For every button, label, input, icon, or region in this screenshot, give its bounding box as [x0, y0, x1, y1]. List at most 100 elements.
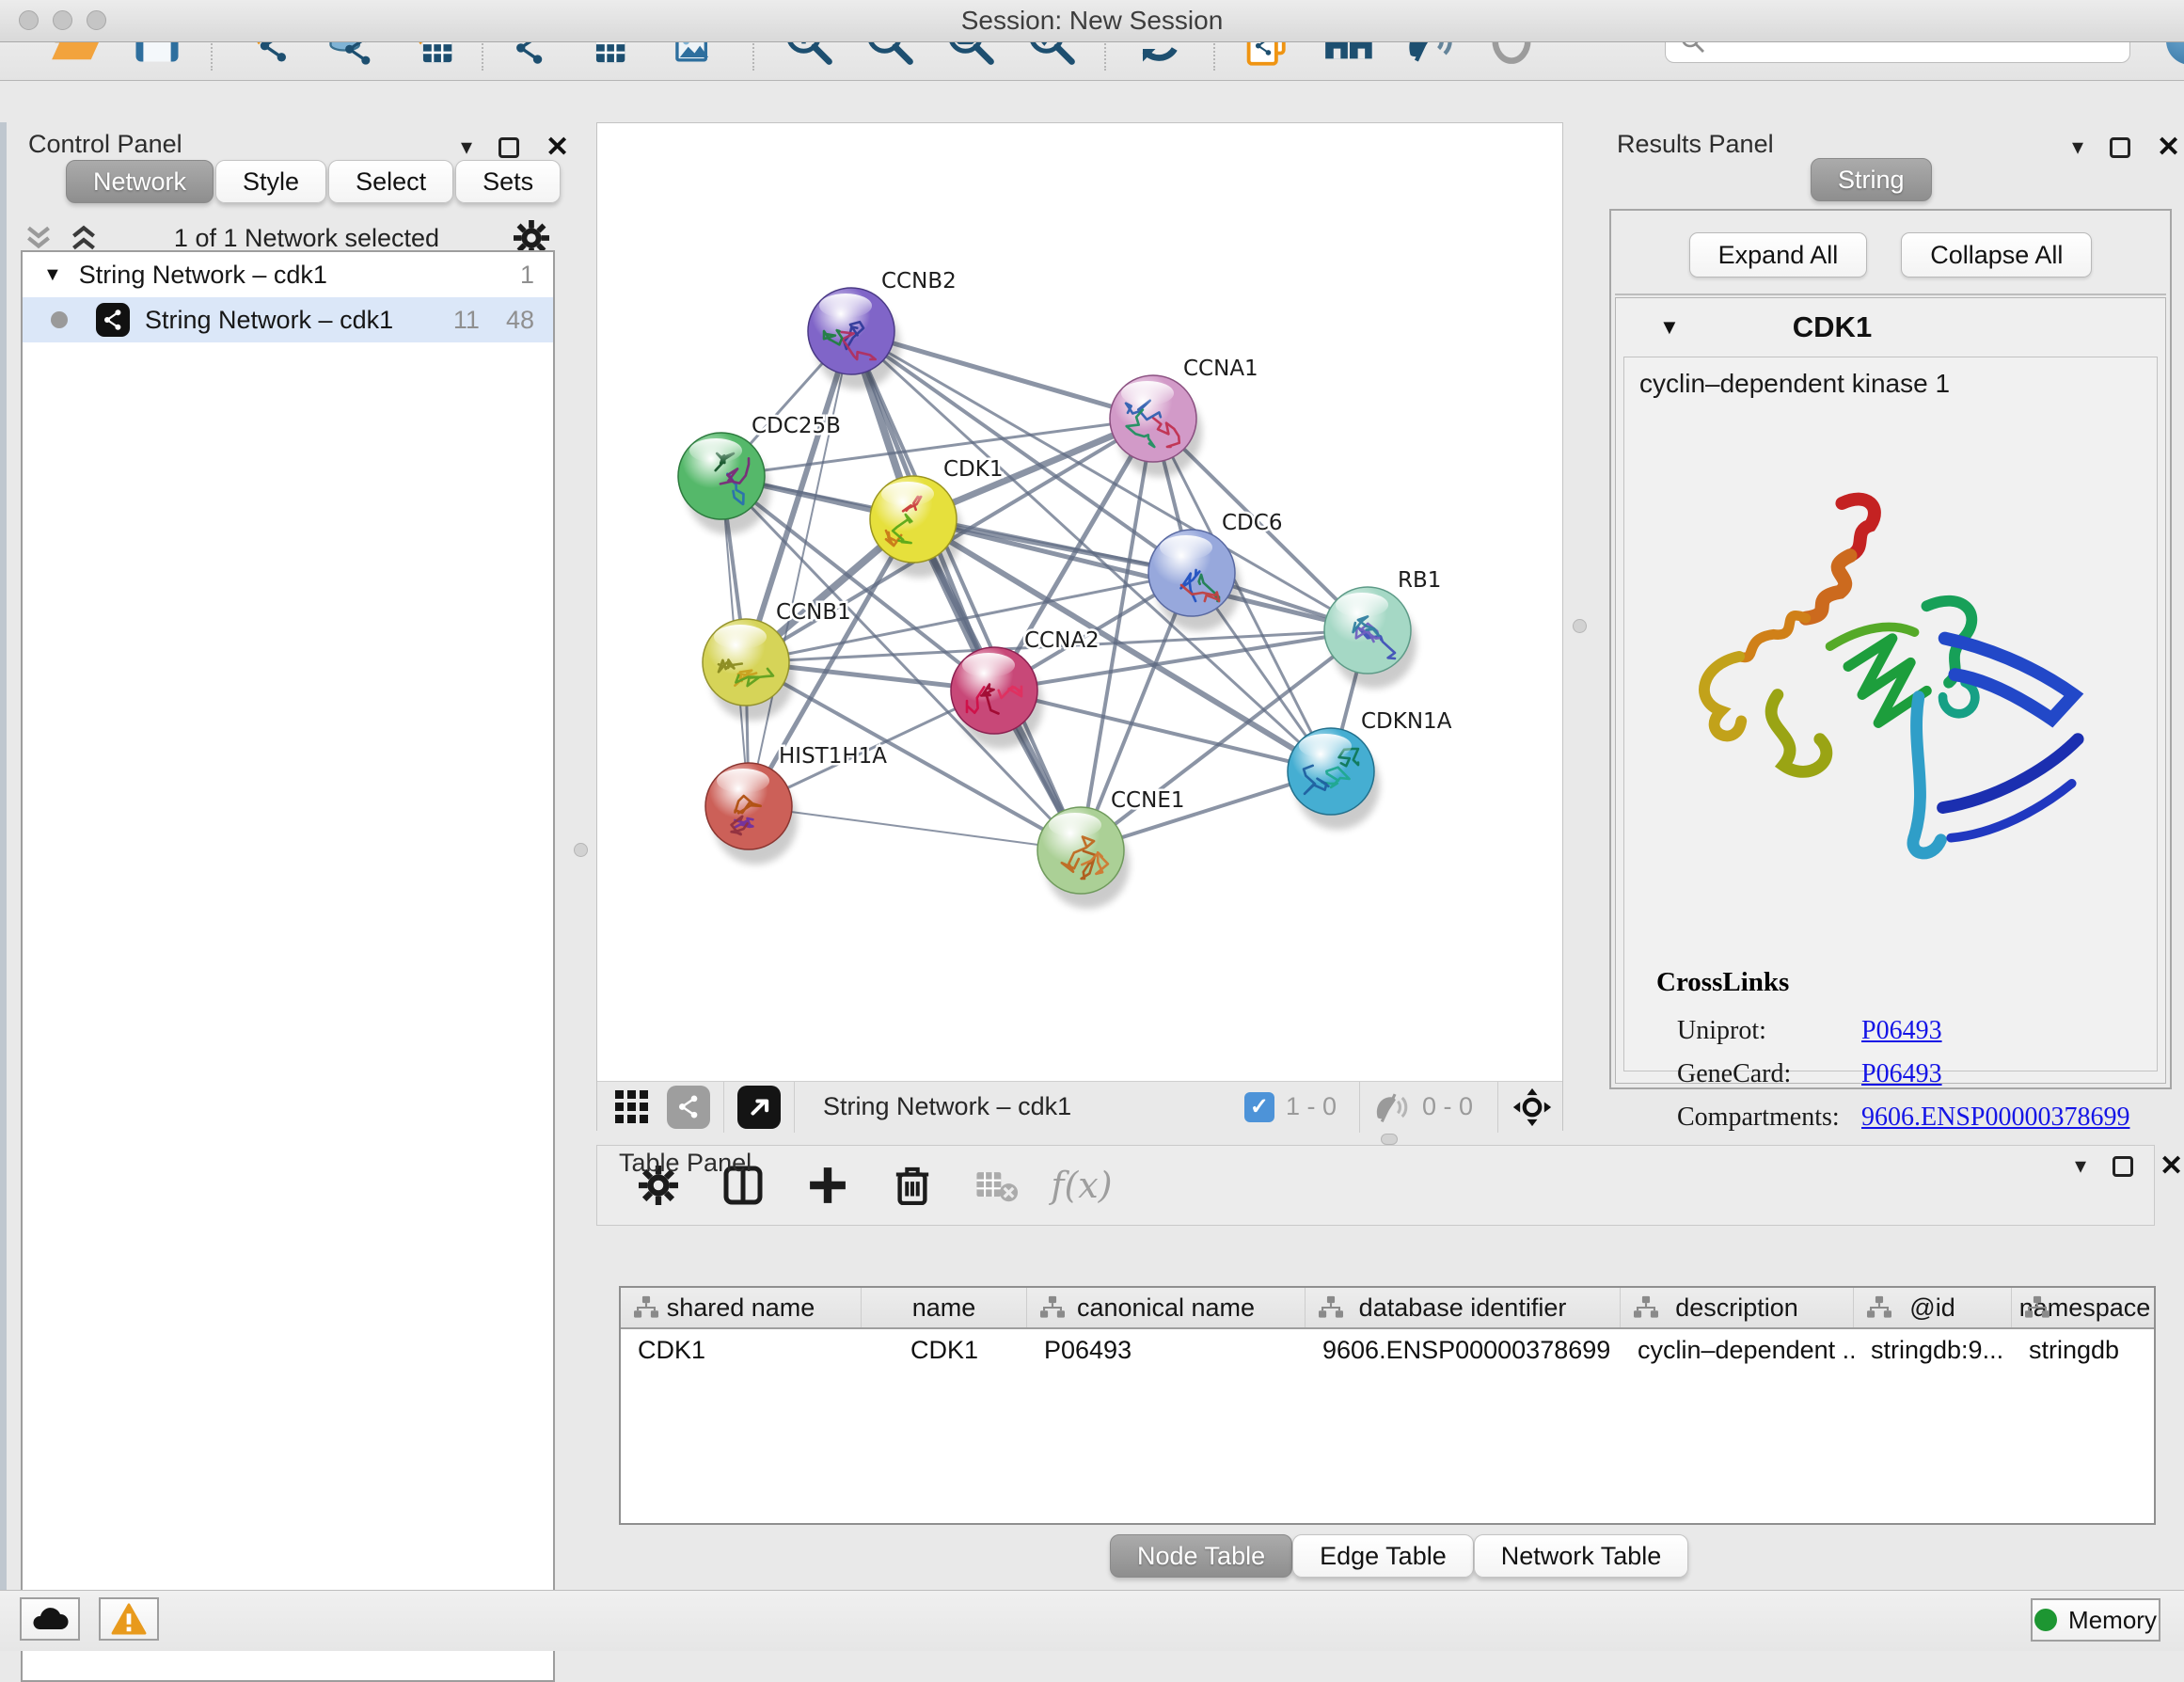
- tab-sets[interactable]: Sets: [455, 160, 561, 203]
- selected-count-checkbox-icon[interactable]: ✓: [1244, 1092, 1274, 1122]
- hidden-count: 0 - 0: [1422, 1092, 1473, 1121]
- memory-button[interactable]: Memory: [2031, 1598, 2160, 1642]
- network-node-cdkn1a[interactable]: CDKN1A: [1288, 709, 1452, 830]
- cell-database-identifier[interactable]: 9606.ENSP00000378699: [1306, 1336, 1621, 1365]
- column-header-namespace[interactable]: namespace: [2012, 1288, 2156, 1327]
- crosslinks-title: CrossLinks: [1656, 967, 1789, 998]
- node-table[interactable]: shared name name canonical name database…: [619, 1286, 2156, 1525]
- svg-text:HIST1H1A: HIST1H1A: [779, 744, 887, 769]
- crosslink-link[interactable]: P06493: [1861, 1059, 1942, 1089]
- node-result-header[interactable]: ▼ CDK1: [1616, 298, 2165, 357]
- collapse-all-button[interactable]: Collapse All: [1901, 232, 2092, 278]
- cell-canonical-name[interactable]: P06493: [1027, 1336, 1306, 1365]
- panel-menu-icon[interactable]: ▾: [2075, 1155, 2086, 1178]
- svg-text:CCNA1: CCNA1: [1183, 357, 1258, 381]
- network-canvas[interactable]: CCNB2CCNA1CDC25BCDK1CDC6RB1CCNB1CCNA2CDK…: [597, 123, 1564, 1079]
- cell-namespace[interactable]: stringdb: [2012, 1336, 2156, 1365]
- cell-name[interactable]: CDK1: [862, 1336, 1027, 1365]
- expand-all-button[interactable]: Expand All: [1689, 232, 1868, 278]
- collapse-all-icon[interactable]: [23, 222, 55, 254]
- cloud-icon: [31, 1605, 69, 1633]
- network-node-rb1[interactable]: RB1: [1324, 568, 1441, 689]
- network-collection-row[interactable]: ▼ String Network – cdk1 1: [23, 252, 553, 297]
- tab-string[interactable]: String: [1811, 158, 1932, 201]
- control-panel-tabs: Network Style Select Sets: [66, 160, 562, 203]
- crosslink-row: Uniprot: P06493: [1677, 1016, 2147, 1046]
- float-panel-icon[interactable]: [2110, 137, 2130, 158]
- column-header-shared-name[interactable]: shared name: [621, 1288, 862, 1327]
- add-column-icon[interactable]: [799, 1156, 857, 1214]
- tab-style[interactable]: Style: [215, 160, 326, 203]
- crosslink-link[interactable]: 9606.ENSP00000378699: [1861, 1103, 2129, 1133]
- svg-text:CCNB2: CCNB2: [881, 269, 957, 294]
- selected-count: 1 - 0: [1286, 1092, 1337, 1121]
- collection-caret-icon[interactable]: ▼: [43, 264, 62, 286]
- network-view[interactable]: CCNB2CCNA1CDC25BCDK1CDC6RB1CCNB1CCNA2CDK…: [596, 122, 1563, 1131]
- tab-select[interactable]: Select: [328, 160, 453, 203]
- network-type-icon: [96, 303, 130, 337]
- cell-id[interactable]: stringdb:9...: [1854, 1336, 2012, 1365]
- network-node-ccnb2[interactable]: CCNB2: [808, 269, 957, 389]
- expand-all-icon[interactable]: [68, 222, 100, 254]
- toolbar-divider: [1497, 1082, 1498, 1133]
- tab-network-table[interactable]: Network Table: [1474, 1534, 1689, 1578]
- network-node-ccnb1[interactable]: CCNB1: [703, 600, 851, 721]
- horizontal-splitter-grip[interactable]: [1381, 1134, 1398, 1145]
- network-share-view-icon[interactable]: [667, 1086, 710, 1129]
- close-panel-icon[interactable]: ✕: [2160, 1152, 2183, 1181]
- column-tree-icon: [1632, 1295, 1660, 1320]
- network-node-cdc6[interactable]: CDC6: [1148, 511, 1282, 631]
- column-tree-icon: [1865, 1295, 1893, 1320]
- float-panel-icon[interactable]: [2113, 1156, 2133, 1177]
- vertical-splitter-grip[interactable]: [1573, 619, 1587, 633]
- tab-edge-table[interactable]: Edge Table: [1292, 1534, 1474, 1578]
- network-node-hist1h1a[interactable]: HIST1H1A: [705, 744, 887, 865]
- crosslink-label: Uniprot:: [1677, 1016, 1861, 1046]
- network-node-cdc25b[interactable]: CDC25B: [678, 414, 841, 534]
- tab-node-table[interactable]: Node Table: [1110, 1534, 1292, 1578]
- section-caret-icon[interactable]: ▼: [1659, 315, 1680, 340]
- crosslink-row: Compartments: 9606.ENSP00000378699: [1677, 1103, 2147, 1133]
- table-toolbar: f(x): [596, 1145, 2155, 1226]
- column-header-canonical-name[interactable]: canonical name: [1027, 1288, 1306, 1327]
- panel-menu-icon[interactable]: ▾: [2072, 136, 2083, 159]
- table-header-row: shared name name canonical name database…: [621, 1288, 2154, 1329]
- close-panel-icon[interactable]: ✕: [546, 134, 569, 162]
- vertical-splitter-grip[interactable]: [574, 843, 588, 857]
- pan-crosshair-icon[interactable]: [1511, 1087, 1553, 1128]
- column-tree-icon: [632, 1295, 660, 1320]
- cell-description[interactable]: cyclin–dependent ...: [1621, 1336, 1854, 1365]
- memory-status-icon: [2034, 1609, 2057, 1631]
- column-header-id[interactable]: @id: [1854, 1288, 2012, 1327]
- status-bar: Memory: [0, 1590, 2184, 1651]
- column-tree-icon: [1038, 1295, 1067, 1320]
- network-status-dot-icon: [51, 311, 68, 328]
- window-left-edge: [0, 122, 7, 1590]
- panel-menu-icon[interactable]: ▾: [461, 136, 472, 159]
- network-row-selected[interactable]: String Network – cdk1 11 48: [23, 297, 553, 342]
- column-header-description[interactable]: description: [1621, 1288, 1854, 1327]
- delete-column-icon[interactable]: [883, 1156, 942, 1214]
- grid-view-icon[interactable]: [610, 1078, 654, 1136]
- tab-network[interactable]: Network: [66, 160, 214, 203]
- network-label: String Network – cdk1: [145, 306, 453, 335]
- node-result-section: ▼ CDK1 cyclin–dependent kinase 1: [1615, 297, 2166, 1084]
- column-header-name[interactable]: name: [862, 1288, 1027, 1327]
- results-panel-title: Results Panel: [1617, 130, 1774, 159]
- network-node-ccna1[interactable]: CCNA1: [1110, 357, 1258, 477]
- title-bar: Session: New Session: [0, 0, 2184, 42]
- cell-shared-name[interactable]: CDK1: [621, 1336, 862, 1365]
- close-panel-icon[interactable]: ✕: [2157, 134, 2180, 162]
- crosslink-link[interactable]: P06493: [1861, 1016, 1942, 1046]
- warnings-button[interactable]: [99, 1597, 159, 1641]
- cloud-status-button[interactable]: [20, 1597, 80, 1641]
- column-header-database-identifier[interactable]: database identifier: [1306, 1288, 1621, 1327]
- table-row[interactable]: CDK1 CDK1 P06493 9606.ENSP00000378699 cy…: [621, 1329, 2154, 1371]
- hidden-count-icon[interactable]: [1373, 1091, 1411, 1123]
- toolbar-divider: [723, 1082, 724, 1133]
- birds-eye-view-icon[interactable]: [737, 1086, 781, 1129]
- svg-text:CDC6: CDC6: [1222, 511, 1282, 535]
- float-panel-icon[interactable]: [499, 137, 519, 158]
- crosslink-label: GeneCard:: [1677, 1059, 1861, 1089]
- crosslink-row: GeneCard: P06493: [1677, 1059, 2147, 1089]
